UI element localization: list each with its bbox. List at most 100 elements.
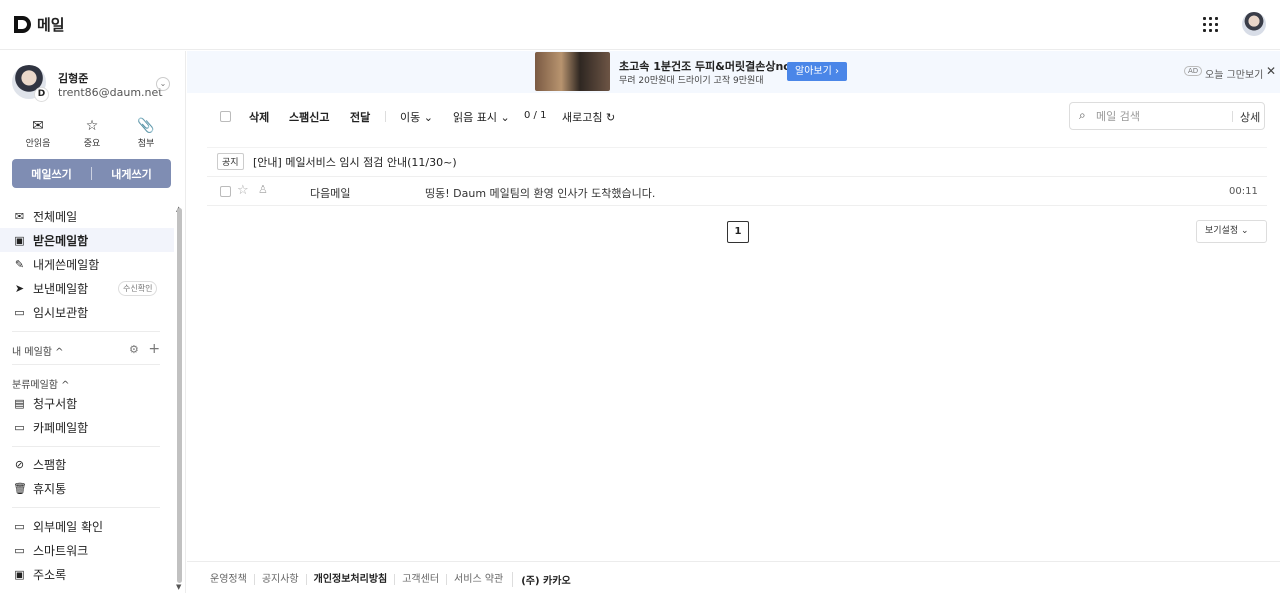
ad-subtitle[interactable]: 무려 20만원대 드라이기 고작 9만원대 bbox=[619, 73, 764, 86]
quick-unread-label: 안읽음 bbox=[25, 139, 51, 149]
footer-copyright[interactable]: (주) 카카오 bbox=[512, 572, 571, 587]
quick-important-button[interactable]: ☆ 중요 bbox=[66, 118, 118, 149]
delete-button[interactable]: 삭제 bbox=[249, 109, 269, 125]
sidebar-item-smartwork[interactable]: ▭ 스마트워크 bbox=[0, 538, 174, 562]
junk-list: ⊘ 스팸함 🗑 휴지통 bbox=[0, 452, 174, 500]
my-mailbox-toggle[interactable]: 내 메일함 ^ bbox=[12, 343, 64, 358]
send-icon: ➤ bbox=[14, 281, 25, 295]
notice-tag: 공지 bbox=[217, 153, 244, 170]
view-settings-dropdown[interactable]: 보기설정 ⌄ bbox=[1196, 220, 1267, 243]
footer-link-notice[interactable]: 공지사항 bbox=[253, 574, 306, 585]
sidebar-divider bbox=[12, 507, 160, 508]
read-receipt-badge[interactable]: 수신확인 bbox=[118, 281, 158, 296]
scroll-down-arrow-icon[interactable]: ▼ bbox=[176, 583, 181, 591]
sidebar-item-label: 외부메일 확인 bbox=[33, 519, 104, 534]
sidebar-item-label: 받은메일함 bbox=[33, 233, 89, 248]
mail-toolbar: 삭제 스팸신고 전달 이동 ⌄ 읽음 표시 ⌄ 0 / 1 새로고침 ↻ ⌕ 상… bbox=[187, 93, 1280, 140]
ad-learn-more-button[interactable]: 알아보기 › bbox=[787, 62, 847, 81]
person-icon[interactable]: ♙ bbox=[258, 183, 268, 196]
daum-mail-logo[interactable]: 메일 bbox=[14, 14, 65, 35]
ad-hide-today-button[interactable]: 오늘 그만보기 bbox=[1205, 66, 1263, 81]
sidebar-item-trash[interactable]: 🗑 휴지통 bbox=[0, 476, 174, 500]
sidebar-item-cafe[interactable]: ▭ 카페메일함 bbox=[0, 415, 174, 439]
notice-text[interactable]: [안내] 메일서비스 임시 점검 안내(11/30~) bbox=[253, 154, 457, 170]
star-icon[interactable]: ☆ bbox=[237, 183, 249, 198]
block-icon: ⊘ bbox=[14, 457, 25, 471]
mail-subject[interactable]: 띵동! Daum 메일팀의 환영 인사가 도착했습니다. bbox=[425, 185, 655, 201]
gear-icon[interactable]: ⚙ bbox=[129, 343, 139, 356]
sidebar-item-label: 스마트워크 bbox=[33, 543, 89, 558]
quick-unread-button[interactable]: ✉ 안읽음 bbox=[12, 118, 64, 149]
sidebar-item-to-me[interactable]: ✎ 내게쓴메일함 bbox=[0, 252, 174, 276]
mailbox-list: ✉ 전체메일 ▣ 받은메일함 ✎ 내게쓴메일함 ➤ 보낸메일함 수신확인 ▭ 임시보관함 bbox=[0, 204, 174, 324]
ad-title[interactable]: 초고속 1분건조 두피&머릿결손상no bbox=[619, 58, 791, 74]
apps-grid-icon[interactable] bbox=[1203, 17, 1218, 32]
search-input[interactable] bbox=[1096, 108, 1226, 124]
receipt-icon: ▤ bbox=[14, 396, 25, 410]
search-divider bbox=[1232, 111, 1233, 122]
footer-link-support[interactable]: 고객센터 bbox=[394, 574, 446, 585]
close-icon[interactable]: ✕ bbox=[1266, 64, 1276, 78]
add-icon[interactable]: + bbox=[148, 341, 160, 357]
sidebar-item-sent[interactable]: ➤ 보낸메일함 수신확인 bbox=[0, 276, 174, 300]
mark-read-dropdown[interactable]: 읽음 표시 ⌄ bbox=[453, 109, 510, 125]
profile-card: D 김형준 trent86@daum.net ⌄ bbox=[12, 65, 177, 103]
sidebar-item-label: 주소록 bbox=[33, 567, 67, 582]
mail-sender[interactable]: 다음메일 bbox=[310, 185, 350, 201]
table-row[interactable]: ☆ ♙ 다음메일 띵동! Daum 메일팀의 환영 인사가 도착했습니다. 00… bbox=[207, 178, 1267, 206]
paperclip-icon: 📎 bbox=[137, 118, 155, 134]
spam-report-button[interactable]: 스팸신고 bbox=[289, 109, 329, 125]
envelope-icon: ✉ bbox=[32, 118, 44, 134]
mail-time: 00:11 bbox=[1229, 186, 1258, 197]
notice-row[interactable]: 공지 [안내] 메일서비스 임시 점검 안내(11/30~) bbox=[207, 147, 1267, 177]
refresh-button[interactable]: 새로고침 ↻ bbox=[562, 109, 615, 125]
quick-important-label: 중요 bbox=[83, 139, 101, 149]
sidebar-divider bbox=[12, 364, 160, 365]
quick-attachment-label: 첨부 bbox=[137, 139, 155, 149]
sidebar-item-all-mail[interactable]: ✉ 전체메일 bbox=[0, 204, 174, 228]
write-buttons: 메일쓰기 내게쓰기 bbox=[12, 159, 171, 188]
category-mailbox-toggle[interactable]: 분류메일함 ^ bbox=[12, 376, 70, 391]
header-avatar[interactable] bbox=[1242, 12, 1266, 36]
move-dropdown[interactable]: 이동 ⌄ bbox=[400, 109, 433, 125]
quick-attachment-button[interactable]: 📎 첨부 bbox=[120, 118, 172, 149]
ad-tag: AD bbox=[1184, 66, 1203, 76]
sidebar-item-label: 내게쓴메일함 bbox=[33, 257, 100, 272]
chevron-down-icon[interactable]: ⌄ bbox=[156, 77, 170, 91]
footer-link-terms[interactable]: 서비스 약관 bbox=[446, 574, 510, 585]
footer-link-policy[interactable]: 운영정책 bbox=[210, 574, 254, 585]
page-number-button[interactable]: 1 bbox=[727, 221, 749, 243]
sidebar-item-drafts[interactable]: ▭ 임시보관함 bbox=[0, 300, 174, 324]
forward-button[interactable]: 전달 bbox=[350, 109, 370, 125]
select-all-checkbox[interactable] bbox=[220, 111, 231, 122]
extras-list: ▭ 외부메일 확인 ▭ 스마트워크 ▣ 주소록 bbox=[0, 514, 174, 586]
category-list: ▤ 청구서함 ▭ 카페메일함 bbox=[0, 391, 174, 439]
mail-checkbox[interactable] bbox=[220, 186, 231, 197]
sidebar-item-bills[interactable]: ▤ 청구서함 bbox=[0, 391, 174, 415]
sidebar-item-inbox[interactable]: ▣ 받은메일함 bbox=[0, 228, 174, 252]
folder-icon: ▭ bbox=[14, 305, 25, 319]
my-mailbox-tools: ⚙ + bbox=[129, 341, 160, 357]
ad-image[interactable] bbox=[535, 52, 610, 91]
folder-icon: ▭ bbox=[14, 519, 25, 533]
compose-button[interactable]: 메일쓰기 bbox=[12, 166, 91, 182]
sidebar-scrollbar[interactable] bbox=[177, 208, 182, 583]
sidebar-item-label: 청구서함 bbox=[33, 396, 78, 411]
briefcase-icon: ▭ bbox=[14, 543, 25, 557]
sidebar-item-label: 휴지통 bbox=[33, 481, 67, 496]
footer: 운영정책 공지사항 개인정보처리방침 고객센터 서비스 약관 (주) 카카오 bbox=[187, 561, 1280, 593]
daum-badge-icon: D bbox=[34, 87, 49, 102]
search-icon[interactable]: ⌕ bbox=[1079, 108, 1086, 123]
sidebar-item-external-mail[interactable]: ▭ 외부메일 확인 bbox=[0, 514, 174, 538]
sidebar-item-label: 임시보관함 bbox=[33, 305, 89, 320]
sidebar-item-contacts[interactable]: ▣ 주소록 bbox=[0, 562, 174, 586]
footer-link-privacy[interactable]: 개인정보처리방침 bbox=[305, 574, 395, 585]
trash-icon: 🗑 bbox=[13, 481, 27, 495]
write-to-me-button[interactable]: 내게쓰기 bbox=[92, 166, 171, 182]
app-title: 메일 bbox=[37, 16, 65, 34]
sidebar-item-label: 보낸메일함 bbox=[33, 281, 89, 296]
detail-search-button[interactable]: 상세 bbox=[1240, 109, 1260, 125]
sidebar-item-spam[interactable]: ⊘ 스팸함 bbox=[0, 452, 174, 476]
ad-banner: 초고속 1분건조 두피&머릿결손상no 무려 20만원대 드라이기 고작 9만원… bbox=[187, 51, 1280, 93]
footer-links: 운영정책 공지사항 개인정보처리방침 고객센터 서비스 약관 (주) 카카오 bbox=[210, 572, 571, 587]
